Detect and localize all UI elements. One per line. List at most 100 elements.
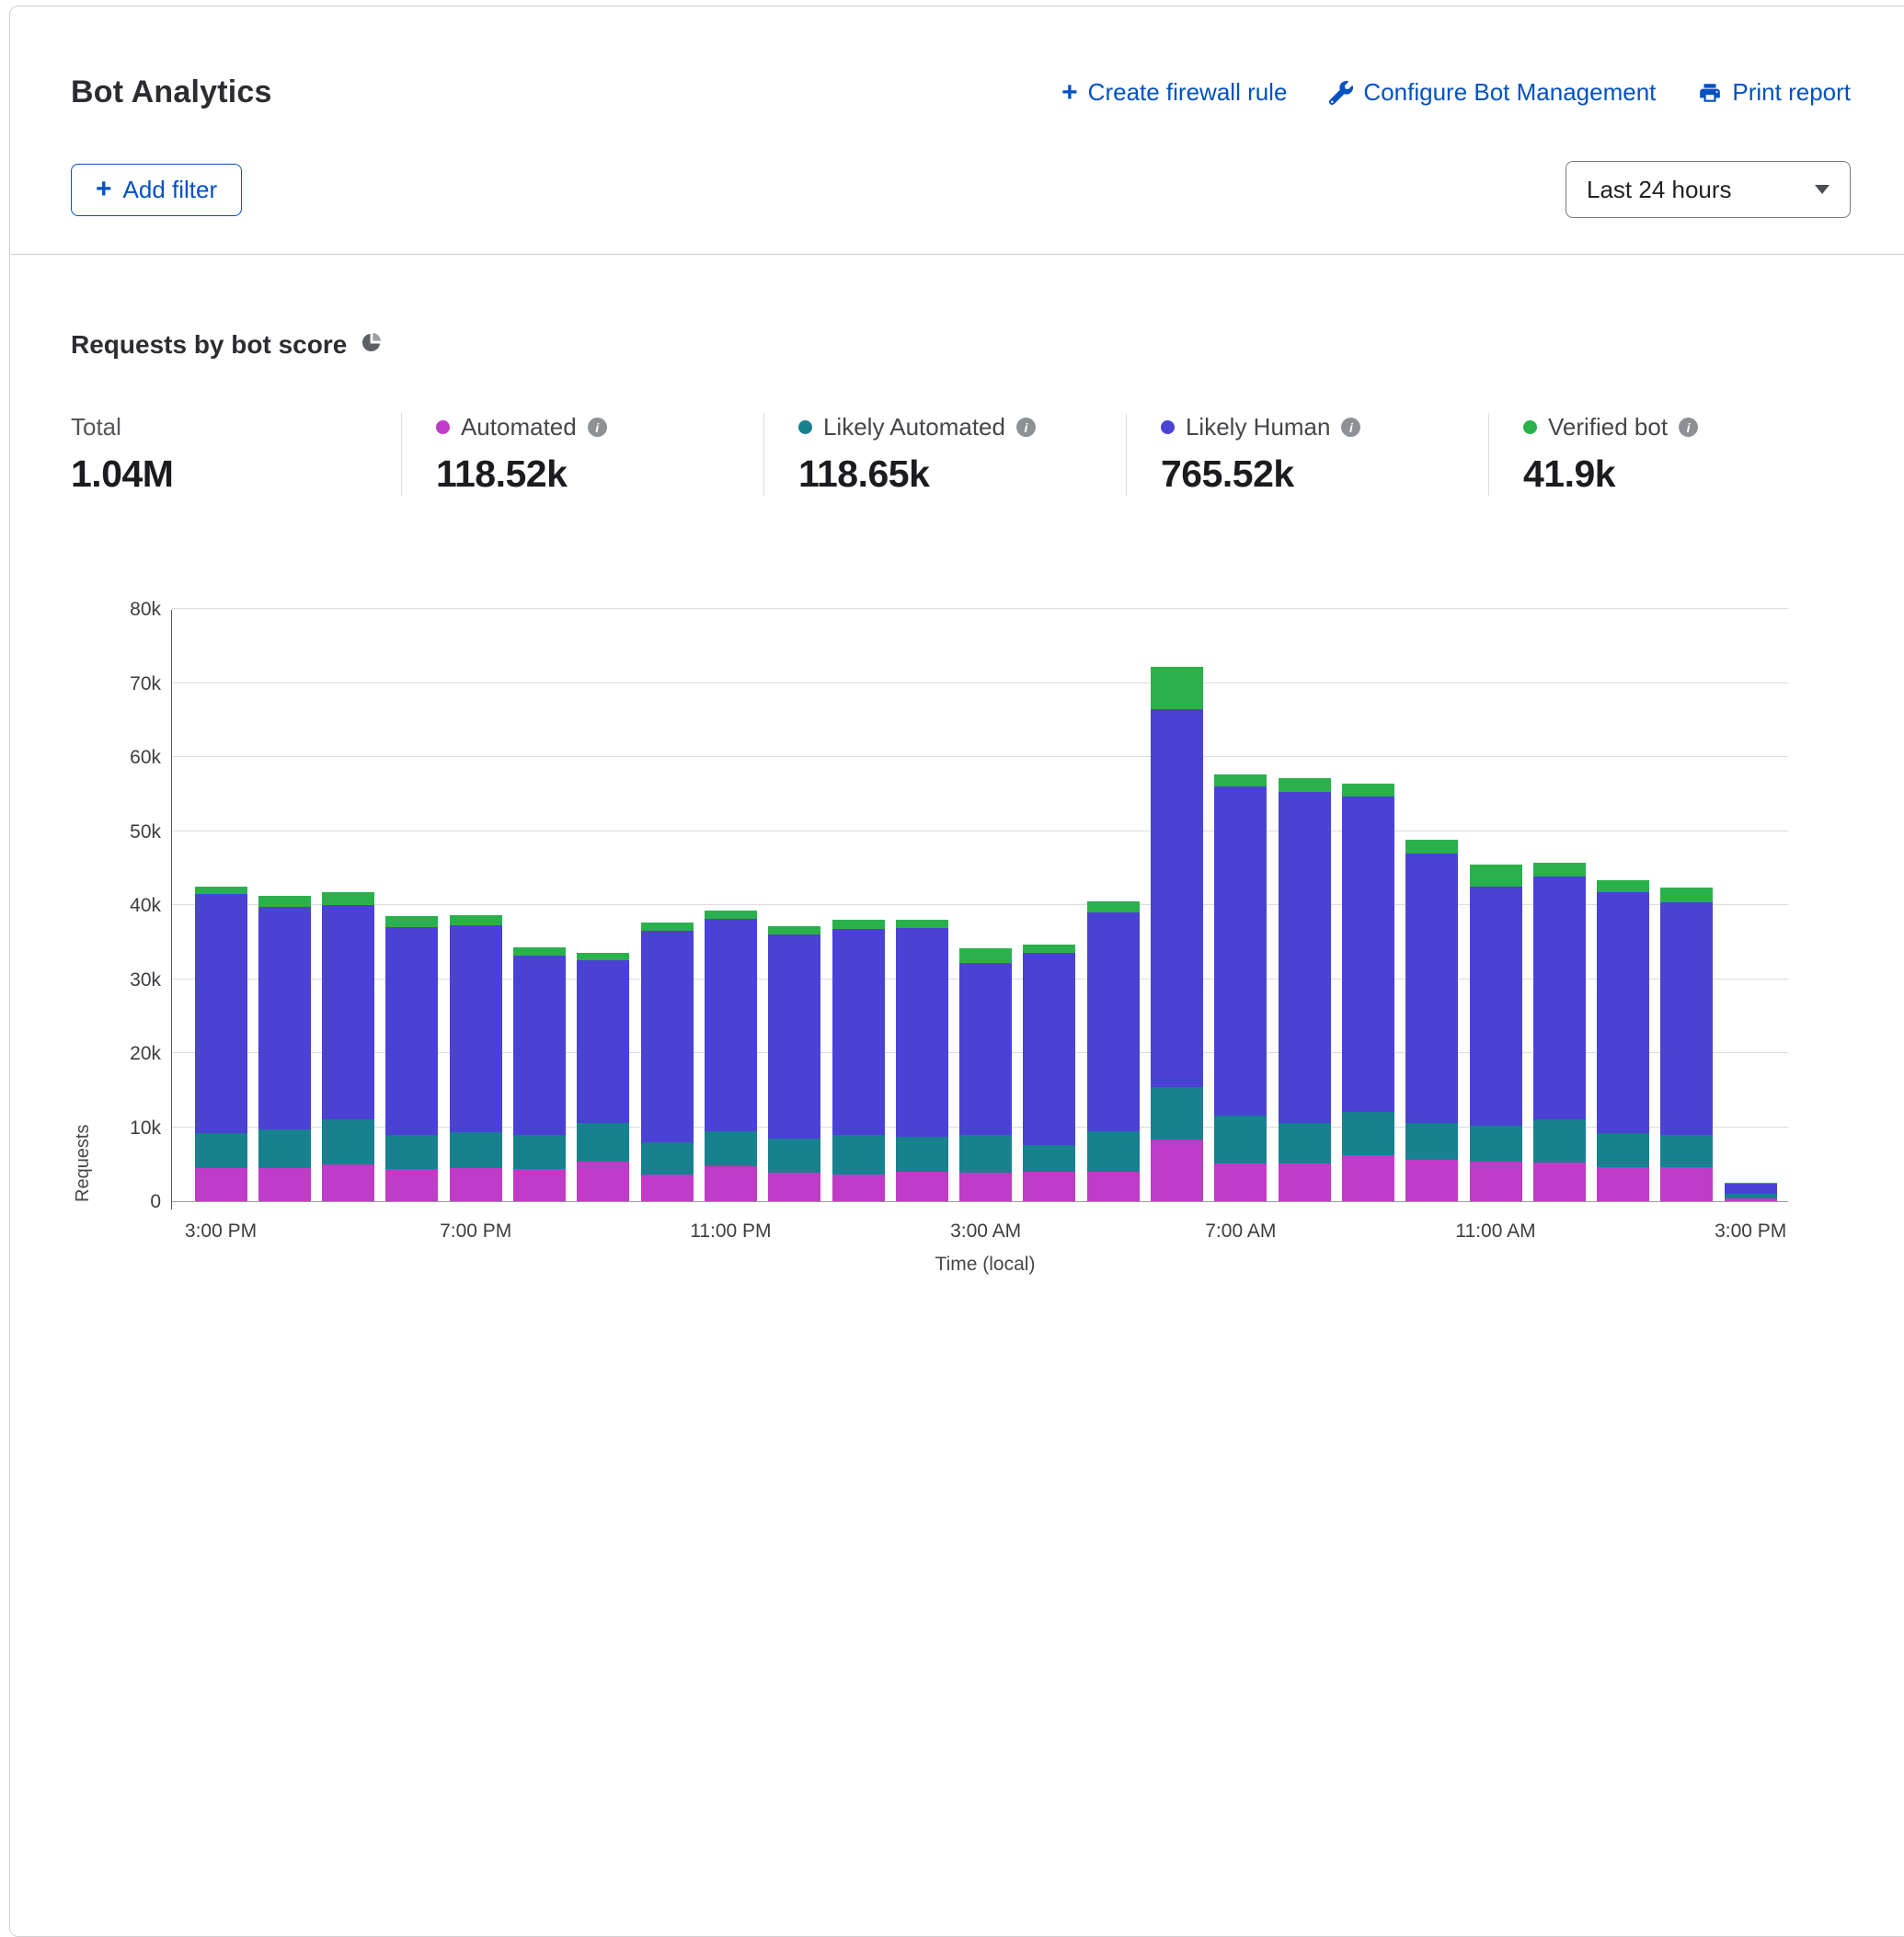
- time-range-value: Last 24 hours: [1587, 176, 1732, 204]
- bar-segment-automated: [641, 1175, 694, 1201]
- bar-segment-likely-human: [1151, 709, 1203, 1087]
- bar-segment-likely-automated: [1087, 1131, 1140, 1171]
- bar-segment-likely-automated: [1279, 1123, 1331, 1163]
- bar-segment-likely-human: [1214, 786, 1267, 1116]
- bar-segment-verified-bot: [1087, 901, 1140, 912]
- y-tick-label: 10k: [80, 1117, 161, 1140]
- bar-segment-verified-bot: [1660, 888, 1713, 902]
- bar-segment-automated: [1597, 1167, 1649, 1201]
- bar-segment-likely-human: [1023, 953, 1075, 1144]
- bar-segment-verified-bot: [1597, 880, 1649, 893]
- stat-verified-bot-label: Verified bot: [1548, 413, 1668, 441]
- bar-segment-automated: [896, 1172, 948, 1201]
- bar-segment-automated: [258, 1168, 311, 1201]
- stats-row: Total 1.04M Automated i 118.52k Likely A…: [71, 413, 1851, 496]
- bar-segment-likely-automated: [705, 1131, 757, 1166]
- bar-segment-likely-human: [1279, 792, 1331, 1123]
- bar-segment-likely-human: [322, 905, 374, 1119]
- bar-segment-likely-human: [896, 928, 948, 1137]
- bar-segment-automated: [1151, 1140, 1203, 1201]
- chevron-down-icon: [1815, 185, 1829, 194]
- bar-segment-automated: [1725, 1198, 1777, 1201]
- bar-segment-likely-automated: [195, 1133, 247, 1168]
- bar-segment-automated: [322, 1164, 374, 1201]
- bar-segment-likely-automated: [1342, 1112, 1394, 1155]
- bar: [1533, 863, 1586, 1201]
- bar-segment-verified-bot: [1214, 774, 1267, 787]
- bar-segment-automated: [705, 1166, 757, 1201]
- bar-segment-verified-bot: [577, 953, 629, 960]
- bar-segment-automated: [513, 1169, 566, 1201]
- bar-segment-verified-bot: [896, 920, 948, 928]
- bar-segment-automated: [577, 1162, 629, 1201]
- info-icon[interactable]: i: [1341, 418, 1360, 437]
- bar-segment-automated: [1533, 1163, 1586, 1201]
- bar-segment-likely-automated: [1405, 1123, 1458, 1160]
- add-filter-button[interactable]: + Add filter: [71, 164, 242, 216]
- bar-segment-automated: [768, 1173, 820, 1201]
- stat-likely-automated-value: 118.65k: [798, 453, 1126, 496]
- bar-segment-automated: [1087, 1172, 1140, 1201]
- bar-segment-verified-bot: [258, 896, 311, 907]
- bar-segment-likely-human: [1405, 854, 1458, 1122]
- bar-segment-verified-bot: [385, 916, 438, 927]
- x-tick-label: 7:00 AM: [1167, 1221, 1314, 1243]
- info-icon[interactable]: i: [588, 418, 607, 437]
- bar: [896, 920, 948, 1201]
- bar-segment-likely-automated: [1151, 1087, 1203, 1140]
- bar-segment-automated: [1470, 1162, 1522, 1201]
- print-report-link[interactable]: Print report: [1698, 78, 1851, 107]
- bar-segment-likely-human: [641, 931, 694, 1142]
- bar-segment-verified-bot: [322, 892, 374, 905]
- bar-segment-likely-human: [258, 907, 311, 1129]
- y-tick-label: 60k: [80, 746, 161, 770]
- bar-segment-likely-human: [1660, 902, 1713, 1135]
- x-tick-label: 7:00 PM: [402, 1221, 549, 1243]
- bar: [450, 915, 502, 1202]
- bar-segment-likely-automated: [577, 1123, 629, 1162]
- bar-segment-likely-human: [1087, 912, 1140, 1131]
- bar-segment-automated: [1342, 1155, 1394, 1201]
- y-tick-label: 0: [80, 1190, 161, 1214]
- bar-segment-verified-bot: [768, 926, 820, 935]
- bar-segment-verified-bot: [1151, 667, 1203, 709]
- bar: [1470, 865, 1522, 1201]
- bar: [1151, 667, 1203, 1201]
- print-report-label: Print report: [1732, 78, 1851, 107]
- section-title: Requests by bot score: [71, 330, 347, 360]
- create-firewall-rule-label: Create firewall rule: [1088, 78, 1288, 107]
- bar-segment-likely-automated: [1023, 1145, 1075, 1172]
- info-icon[interactable]: i: [1679, 418, 1698, 437]
- bar-segment-likely-automated: [959, 1135, 1012, 1174]
- configure-bot-management-link[interactable]: Configure Bot Management: [1329, 78, 1656, 107]
- bar-segment-likely-human: [1470, 887, 1522, 1126]
- stat-automated-label: Automated: [461, 413, 577, 441]
- bar-segment-likely-human: [1725, 1184, 1777, 1194]
- gridline: [172, 608, 1788, 609]
- bar-segment-verified-bot: [195, 887, 247, 894]
- printer-icon: [1698, 81, 1722, 105]
- bar: [1214, 774, 1267, 1201]
- bar-segment-likely-human: [385, 927, 438, 1134]
- bar: [959, 948, 1012, 1201]
- info-icon[interactable]: i: [1016, 418, 1036, 437]
- bar: [258, 896, 311, 1201]
- header-actions: + Create firewall rule Configure Bot Man…: [1061, 74, 1851, 107]
- x-tick-label: 11:00 PM: [657, 1221, 804, 1243]
- bar: [641, 923, 694, 1201]
- stat-likely-human: Likely Human i 765.52k: [1126, 413, 1488, 496]
- automated-dot-icon: [436, 420, 450, 434]
- stat-automated-value: 118.52k: [436, 453, 763, 496]
- y-tick-label: 20k: [80, 1042, 161, 1066]
- stat-likely-automated: Likely Automated i 118.65k: [763, 413, 1126, 496]
- bar-segment-likely-automated: [641, 1142, 694, 1175]
- bar-segment-likely-automated: [832, 1135, 885, 1175]
- time-range-select[interactable]: Last 24 hours: [1566, 161, 1851, 218]
- create-firewall-rule-link[interactable]: + Create firewall rule: [1061, 78, 1287, 107]
- bar-segment-likely-human: [832, 929, 885, 1135]
- bar-segment-automated: [385, 1169, 438, 1201]
- bar-segment-likely-automated: [1660, 1135, 1713, 1167]
- bar: [1597, 880, 1649, 1201]
- bar-segment-likely-automated: [385, 1135, 438, 1170]
- panel-header: Bot Analytics + Create firewall rule Con…: [10, 6, 1904, 255]
